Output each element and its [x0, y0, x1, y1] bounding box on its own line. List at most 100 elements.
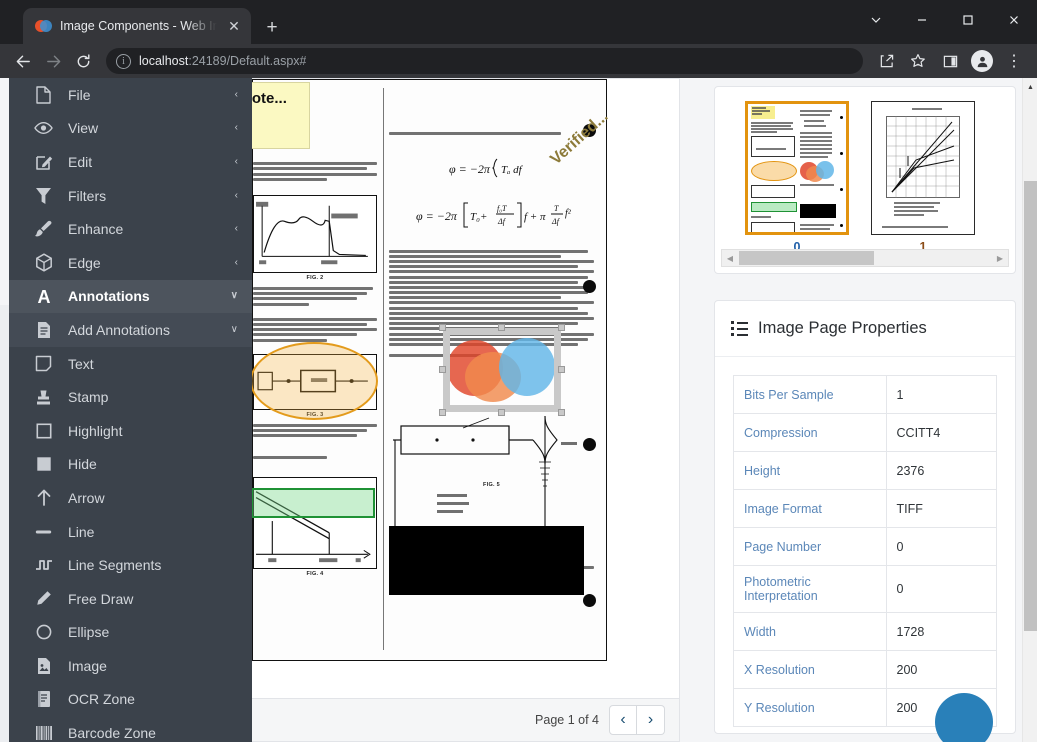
funnel-icon — [33, 187, 54, 205]
resize-handle[interactable] — [558, 324, 565, 331]
side-panel-icon[interactable] — [935, 46, 965, 76]
circle-outline-icon — [33, 624, 54, 640]
close-icon[interactable]: ✕ — [225, 17, 243, 35]
profile-icon[interactable] — [967, 46, 997, 76]
tab-search-icon[interactable] — [853, 0, 899, 40]
star-icon[interactable] — [903, 46, 933, 76]
browser-tab[interactable]: Image Components - Web Image ✕ — [23, 8, 251, 44]
svg-text:A: A — [37, 287, 50, 305]
sidebar-item-arrow[interactable]: Arrow — [9, 481, 252, 515]
sidebar-item-view[interactable]: View ‹ — [9, 112, 252, 146]
sidebar-item-image[interactable]: Image — [9, 649, 252, 683]
next-page-button[interactable]: › — [637, 705, 665, 735]
sidebar-item-label: Stamp — [68, 389, 109, 406]
sidebar-item-label: Image — [68, 657, 107, 674]
document-page[interactable]: FIG. 2 FIG. 3 FIG. 4 φ = −2π Tₐ df φ = −… — [188, 79, 611, 661]
scroll-up-arrow-icon[interactable]: ▲ — [1023, 80, 1037, 94]
thumbnail-scrollbar[interactable]: ◀ ▶ — [721, 249, 1009, 267]
sidebar-item-ellipse[interactable]: Ellipse — [9, 616, 252, 650]
highlight-annotation[interactable] — [251, 488, 375, 518]
scroll-track[interactable] — [738, 251, 992, 265]
scroll-left-arrow-icon[interactable]: ◀ — [722, 254, 738, 263]
right-panel-column: 0 1 ◀ ▶ Image Page Properties Bits Per S… — [714, 78, 1021, 742]
new-tab-button[interactable]: + — [258, 13, 286, 41]
resize-handle[interactable] — [498, 324, 505, 331]
sidebar-item-label: Edit — [68, 153, 93, 170]
cube-icon — [33, 253, 54, 272]
svg-text:T₀+: T₀+ — [470, 211, 487, 223]
sidebar-item-label: Line — [68, 523, 95, 540]
back-icon[interactable] — [8, 46, 38, 76]
sidebar-item-edge[interactable]: Edge ‹ — [9, 246, 252, 280]
maximize-icon[interactable] — [945, 0, 991, 40]
image-annotation[interactable] — [439, 324, 565, 416]
browser-scrollbar[interactable]: ▲ — [1022, 78, 1037, 742]
property-key: Width — [733, 612, 887, 651]
sidebar-item-file[interactable]: File ‹ — [9, 78, 252, 112]
resize-handle[interactable] — [439, 366, 446, 373]
svg-text:φ = −2π: φ = −2π — [416, 209, 458, 223]
scroll-right-arrow-icon[interactable]: ▶ — [992, 254, 1008, 263]
minimize-icon[interactable] — [899, 0, 945, 40]
equation-1: φ = −2π Tₐ df — [449, 159, 524, 178]
svg-text:Δf: Δf — [497, 217, 507, 226]
help-fab[interactable] — [935, 693, 993, 742]
hide-annotation[interactable] — [389, 526, 584, 595]
sidebar-item-filters[interactable]: Filters ‹ — [9, 179, 252, 213]
sidebar-item-label: File — [68, 86, 91, 103]
table-row: Image Format TIFF — [733, 489, 998, 528]
sidebar-item-label: Barcode Zone — [68, 725, 156, 742]
svg-text:T: T — [554, 204, 559, 213]
thumbnail-list: 0 1 — [721, 93, 1009, 273]
sidebar-item-free-draw[interactable]: Free Draw — [9, 582, 252, 616]
sidebar-item-text[interactable]: Text — [9, 347, 252, 381]
sidebar-item-add-annotations[interactable]: Add Annotations ∨ — [9, 313, 252, 347]
sidebar-item-highlight[interactable]: Highlight — [9, 414, 252, 448]
resize-handle[interactable] — [439, 409, 446, 416]
sidebar-item-barcode-zone[interactable]: Barcode Zone — [9, 716, 252, 742]
sidebar-item-line[interactable]: Line — [9, 515, 252, 549]
chevron-left-icon: ‹ — [234, 88, 238, 100]
reload-icon[interactable] — [68, 46, 98, 76]
site-info-icon[interactable]: i — [116, 53, 131, 69]
thumbnail-page-0[interactable]: 0 — [745, 101, 849, 254]
tab-strip: Image Components - Web Image ✕ + — [0, 0, 1037, 44]
resize-handle[interactable] — [558, 366, 565, 373]
property-value: 0 — [885, 565, 998, 613]
thumbnail-page-1[interactable]: 1 — [871, 101, 975, 254]
chevron-down-icon: ∨ — [230, 290, 238, 302]
address-bar[interactable]: i localhost:24189/Default.aspx# — [106, 48, 863, 74]
window-close-icon[interactable] — [991, 0, 1037, 40]
svg-text:f + π: f + π — [524, 211, 546, 223]
svg-text:f²: f² — [565, 208, 572, 219]
filled-square-icon — [33, 456, 54, 472]
page-indicator: Page 1 of 4 — [535, 713, 599, 727]
resize-handle[interactable] — [439, 324, 446, 331]
forward-icon[interactable] — [38, 46, 68, 76]
sidebar-item-label: Enhance — [68, 221, 124, 238]
page-left-gutter — [0, 305, 9, 742]
svg-text:Tₐ df: Tₐ df — [501, 164, 524, 176]
chevron-left-icon: ‹ — [234, 122, 238, 134]
properties-header: Image Page Properties — [715, 301, 1015, 357]
sidebar-item-edit[interactable]: Edit ‹ — [9, 145, 252, 179]
text-box-icon — [33, 355, 54, 372]
chevron-down-icon: ∨ — [230, 323, 238, 335]
prev-page-button[interactable]: ‹ — [609, 705, 637, 735]
resize-handle[interactable] — [498, 409, 505, 416]
pencil-icon — [33, 590, 54, 607]
scrollbar-thumb[interactable] — [1024, 181, 1037, 631]
scroll-thumb[interactable] — [739, 251, 874, 265]
sidebar-item-enhance[interactable]: Enhance ‹ — [9, 212, 252, 246]
sidebar-item-stamp[interactable]: Stamp — [9, 380, 252, 414]
resize-handle[interactable] — [558, 409, 565, 416]
share-icon[interactable] — [871, 46, 901, 76]
ellipse-annotation[interactable] — [250, 342, 378, 420]
sidebar-item-hide[interactable]: Hide — [9, 448, 252, 482]
browser-menu-icon[interactable]: ⋮ — [999, 46, 1029, 76]
sidebar-item-label: Filters — [68, 187, 107, 204]
sidebar-item-annotations[interactable]: A Annotations ∨ — [9, 279, 252, 314]
sidebar-item-line-segments[interactable]: Line Segments — [9, 548, 252, 582]
sidebar-item-ocr-zone[interactable]: OCR Zone — [9, 683, 252, 717]
svg-text:φ = −2π: φ = −2π — [449, 162, 491, 176]
